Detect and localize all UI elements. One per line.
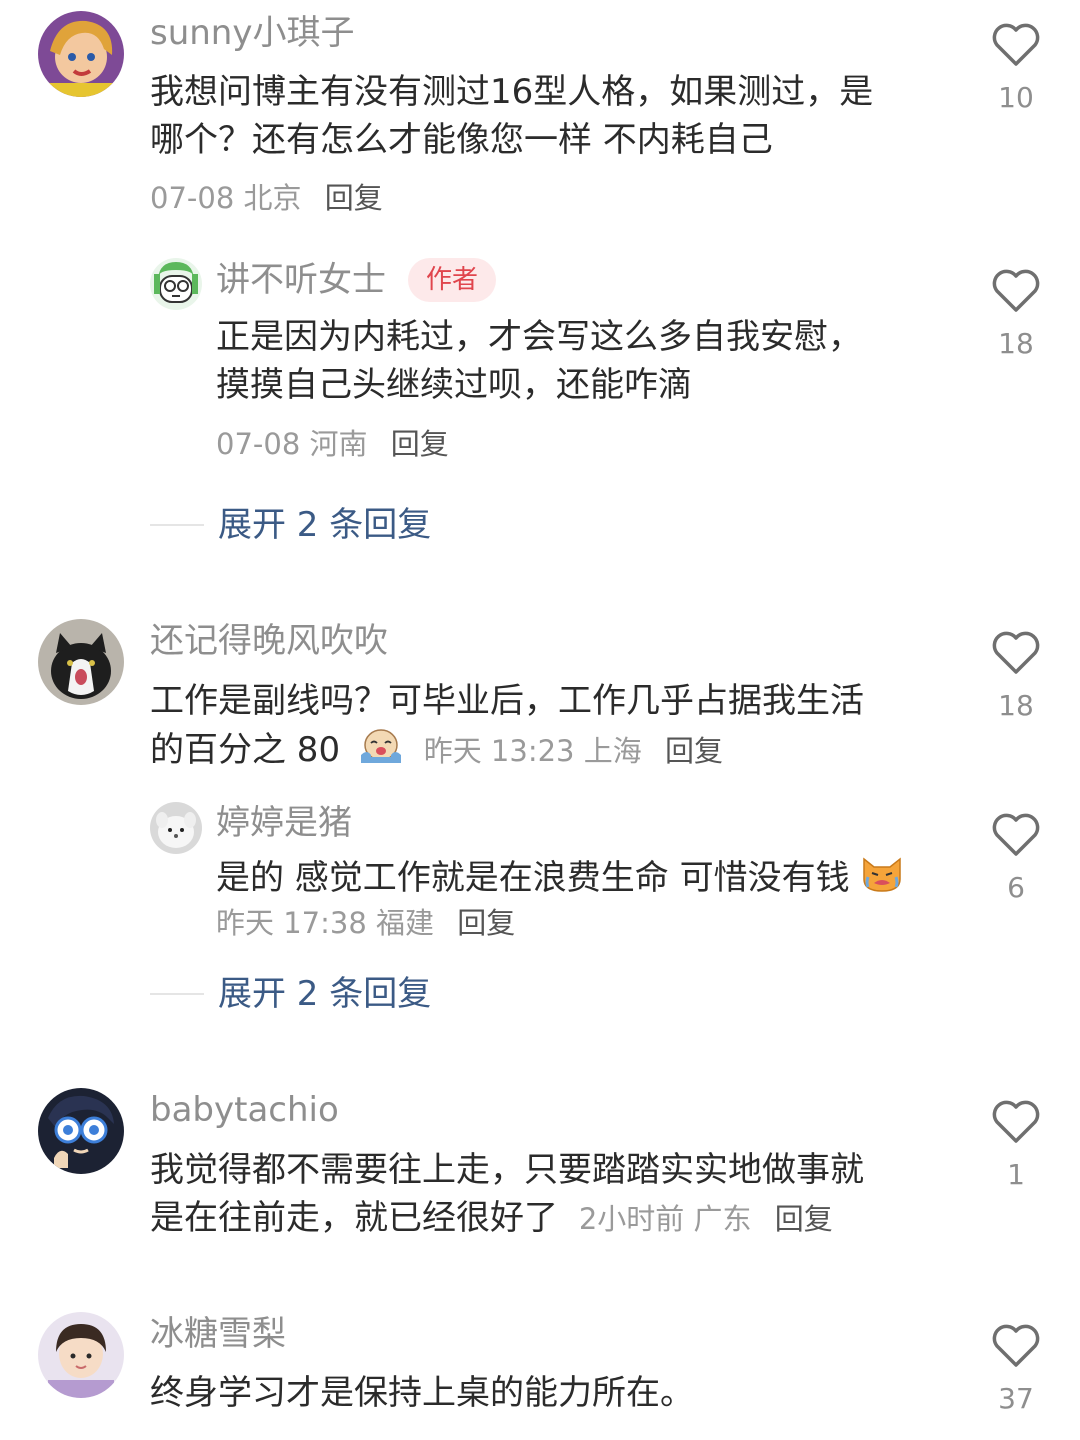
like-button[interactable]: 18 — [986, 268, 1046, 360]
reply-username[interactable]: 讲不听女士 — [216, 260, 386, 300]
avatar[interactable] — [150, 802, 202, 854]
like-button[interactable]: 1 — [986, 1099, 1046, 1191]
comment-username[interactable]: babytachio — [150, 1090, 339, 1130]
comment-date: 昨天 13:23 — [423, 734, 575, 768]
like-count: 18 — [998, 327, 1034, 360]
reply-button[interactable]: 回复 — [665, 734, 723, 768]
like-button[interactable]: 18 — [986, 630, 1046, 722]
heart-outline-icon — [992, 813, 1040, 856]
comment-location: 广东 — [693, 1202, 752, 1236]
expand-replies-button[interactable]: 展开 2 条回复 — [150, 503, 431, 547]
avatar[interactable] — [38, 1088, 124, 1174]
reply-location: 河南 — [309, 427, 368, 461]
reply-location: 福建 — [376, 906, 435, 940]
reply-text-line: 摸摸自己头继续过呗，还能咋滴 — [216, 365, 692, 405]
comment-text: 我觉得都不需要往上走，只要踏踏实实地做事就 是在往前走，就已经很好了 2小时前 … — [150, 1146, 864, 1243]
reply-date: 07-08 — [216, 427, 301, 461]
comment-meta: 2小时前 广东 回复 — [579, 1202, 833, 1236]
comment-text-line-with-meta: 是在往前走，就已经很好了 2小时前 广东 回复 — [150, 1194, 864, 1243]
reply-text: 是的 感觉工作就是在浪费生命 可惜没有钱 — [216, 853, 904, 906]
avatar[interactable] — [150, 258, 202, 310]
reply-button[interactable]: 回复 — [391, 427, 449, 461]
like-button[interactable]: 37 — [986, 1323, 1046, 1415]
heart-outline-icon — [992, 269, 1040, 312]
comment-location: 北京 — [243, 181, 302, 215]
heart-outline-icon — [992, 631, 1040, 674]
like-count: 10 — [998, 81, 1034, 114]
avatar[interactable] — [38, 619, 124, 705]
comment-location: 上海 — [583, 734, 642, 768]
like-count: 6 — [1007, 871, 1025, 904]
like-count: 18 — [998, 689, 1034, 722]
comment-date: 07-08 — [150, 181, 235, 215]
reply-button[interactable]: 回复 — [325, 181, 383, 215]
expand-replies-button[interactable]: 展开 2 条回复 — [150, 972, 431, 1016]
comment-username[interactable]: 冰糖雪梨 — [150, 1314, 286, 1354]
author-badge: 作者 — [408, 258, 497, 302]
comment-text-line: 我觉得都不需要往上走，只要踏踏实实地做事就 — [150, 1150, 864, 1190]
like-count: 1 — [1007, 1158, 1025, 1191]
comment-text-line: 我想问博主有没有测过16型人格，如果测过，是 — [150, 72, 874, 112]
reply-button[interactable]: 回复 — [457, 906, 515, 940]
comment-text-line: 工作是副线吗？可毕业后，工作几乎占据我生活 — [150, 681, 864, 721]
avatar[interactable] — [38, 1312, 124, 1398]
reply-username[interactable]: 婷婷是猪 — [216, 803, 352, 843]
reply-text-line: 正是因为内耗过，才会写这么多自我安慰， — [216, 317, 862, 357]
heart-outline-icon — [992, 23, 1040, 66]
comment-text-line: 的百分之 80 — [150, 730, 341, 770]
reply-text-line: 是的 感觉工作就是在浪费生命 可惜没有钱 — [216, 858, 850, 898]
comment-text: 终身学习才是保持上桌的能力所在。 — [150, 1369, 694, 1417]
comment-username[interactable]: 还记得晚风吹吹 — [150, 621, 388, 661]
divider — [150, 993, 204, 995]
divider — [150, 524, 204, 526]
reply-text: 正是因为内耗过，才会写这么多自我安慰， 摸摸自己头继续过呗，还能咋滴 — [216, 313, 862, 409]
heart-outline-icon — [992, 1324, 1040, 1367]
reply-meta: 07-08 河南 回复 — [216, 426, 449, 462]
reply-date: 昨天 17:38 — [216, 906, 367, 940]
comment-text: 工作是副线吗？可毕业后，工作几乎占据我生活 的百分之 80 昨天 13:23 上… — [150, 677, 864, 778]
comment-text-line-with-meta: 的百分之 80 昨天 13:23 上海 回复 — [150, 725, 864, 778]
expand-replies-label[interactable]: 展开 2 条回复 — [218, 972, 431, 1016]
avatar[interactable] — [38, 11, 124, 97]
crying-face-emoji — [359, 725, 403, 778]
comment-text: 我想问博主有没有测过16型人格，如果测过，是 哪个？还有怎么才能像您一样 不内耗… — [150, 68, 873, 164]
comment-text-line: 终身学习才是保持上桌的能力所在。 — [150, 1373, 694, 1413]
reply-meta: 昨天 17:38 福建 回复 — [216, 905, 515, 941]
comment-meta: 07-08 北京 回复 — [150, 180, 383, 216]
comment-username[interactable]: sunny小琪子 — [150, 13, 354, 53]
expand-replies-label[interactable]: 展开 2 条回复 — [218, 503, 431, 547]
reply-button[interactable]: 回复 — [775, 1202, 833, 1236]
like-button[interactable]: 10 — [986, 22, 1046, 114]
like-button[interactable]: 6 — [986, 812, 1046, 904]
comment-meta: 昨天 13:23 上海 回复 — [424, 734, 723, 768]
comment-text-line: 哪个？还有怎么才能像您一样 不内耗自己 — [150, 120, 773, 160]
comment-date: 2小时前 — [578, 1202, 685, 1236]
like-count: 37 — [998, 1382, 1034, 1415]
comment-text-line: 是在往前走，就已经很好了 — [150, 1198, 558, 1238]
heart-outline-icon — [992, 1100, 1040, 1143]
crying-cat-emoji — [860, 853, 904, 906]
